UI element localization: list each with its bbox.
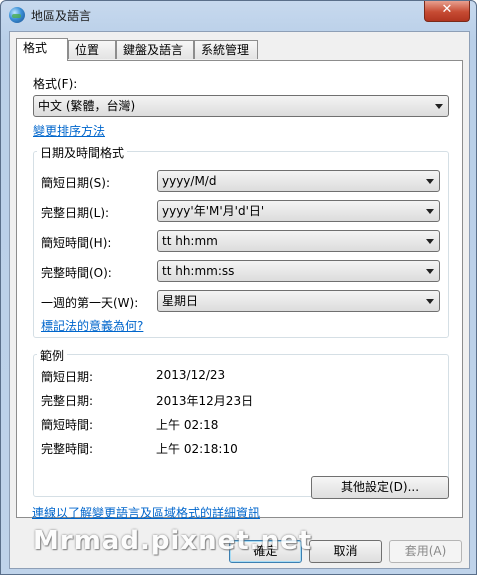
close-button[interactable]: ✕ bbox=[424, 1, 470, 22]
short-date-value: yyyy/M/d bbox=[162, 174, 217, 188]
apply-button: 套用(A) bbox=[389, 540, 462, 563]
chevron-down-icon bbox=[426, 239, 434, 244]
tab-administrative[interactable]: 系統管理 bbox=[194, 40, 258, 59]
example-label: 簡短時間: bbox=[41, 418, 94, 432]
examples-group-title: 範例 bbox=[37, 347, 68, 364]
tab-keyboards-languages[interactable]: 鍵盤及語言 bbox=[116, 40, 194, 59]
online-info-link[interactable]: 連線以了解變更語言及區域格式的詳細資訊 bbox=[32, 504, 260, 521]
short-time-select[interactable]: tt hh:mm bbox=[157, 230, 440, 252]
cancel-button[interactable]: 取消 bbox=[309, 540, 382, 563]
datetime-group-title: 日期及時間格式 bbox=[37, 144, 128, 161]
datetime-row-label: 一週的第一天(W): bbox=[41, 296, 139, 310]
formats-panel: 格式(F): 中文 (繁體，台灣) 變更排序方法 日期及時間格式 簡短日期(S)… bbox=[16, 60, 463, 518]
datetime-row-label: 完整日期(L): bbox=[41, 206, 110, 220]
title-bar: 地區及語言 ✕ bbox=[1, 1, 476, 29]
chevron-down-icon bbox=[426, 269, 434, 274]
chevron-down-icon bbox=[426, 299, 434, 304]
format-label: 格式(F): bbox=[33, 77, 78, 91]
additional-settings-button[interactable]: 其他設定(D)... bbox=[311, 476, 449, 499]
first-day-value: 星期日 bbox=[162, 294, 199, 308]
chevron-down-icon bbox=[435, 104, 443, 109]
example-value: 2013/12/23 bbox=[156, 368, 226, 382]
example-label: 完整時間: bbox=[41, 442, 94, 456]
short-date-select[interactable]: yyyy/M/d bbox=[157, 170, 440, 192]
long-date-value: yyyy'年'M'月'd'日' bbox=[162, 204, 265, 218]
tab-formats[interactable]: 格式 bbox=[16, 38, 68, 61]
example-value: 2013年12月23日 bbox=[156, 394, 254, 408]
long-time-value: tt hh:mm:ss bbox=[162, 264, 235, 278]
long-time-select[interactable]: tt hh:mm:ss bbox=[157, 260, 440, 282]
first-day-select[interactable]: 星期日 bbox=[157, 290, 440, 312]
watermark: Mrmad.pixnet.net bbox=[33, 526, 313, 556]
example-value: 上午 02:18:10 bbox=[156, 442, 238, 456]
example-label: 完整日期: bbox=[41, 394, 94, 408]
short-time-value: tt hh:mm bbox=[162, 234, 218, 248]
change-sort-link[interactable]: 變更排序方法 bbox=[33, 122, 105, 139]
datetime-row-label: 簡短日期(S): bbox=[41, 176, 111, 190]
notation-help-link[interactable]: 標記法的意義為何? bbox=[41, 317, 143, 334]
dialog-client: 格式 位置 鍵盤及語言 系統管理 格式(F): 中文 (繁體，台灣) 變更排序方… bbox=[9, 31, 470, 569]
chevron-down-icon bbox=[426, 179, 434, 184]
tab-location[interactable]: 位置 bbox=[68, 40, 116, 59]
example-label: 簡短日期: bbox=[41, 370, 94, 384]
long-date-select[interactable]: yyyy'年'M'月'd'日' bbox=[157, 200, 440, 222]
window-title: 地區及語言 bbox=[31, 9, 92, 23]
chevron-down-icon bbox=[426, 209, 434, 214]
format-select[interactable]: 中文 (繁體，台灣) bbox=[33, 95, 449, 117]
format-select-value: 中文 (繁體，台灣) bbox=[38, 99, 136, 113]
example-value: 上午 02:18 bbox=[156, 418, 219, 432]
datetime-row-label: 簡短時間(H): bbox=[41, 236, 112, 250]
globe-icon bbox=[9, 7, 25, 23]
datetime-row-label: 完整時間(O): bbox=[41, 266, 112, 280]
region-language-window: 地區及語言 ✕ 格式 位置 鍵盤及語言 系統管理 格式(F): 中文 (繁體，台… bbox=[0, 0, 477, 575]
